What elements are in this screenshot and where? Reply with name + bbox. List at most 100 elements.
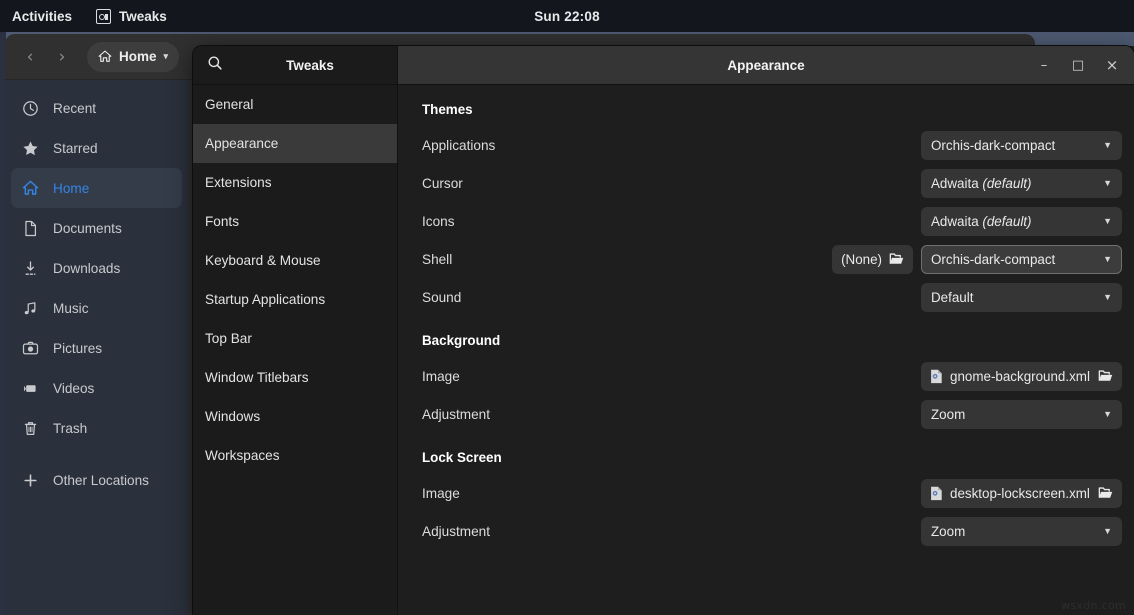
- download-icon: [22, 260, 39, 277]
- sidebar-item-documents[interactable]: Documents: [11, 208, 182, 248]
- setting-label: Adjustment: [422, 407, 921, 422]
- tweaks-sidebar: General Appearance Extensions Fonts Keyb…: [193, 85, 398, 615]
- dropdown-value-default: (default): [982, 214, 1031, 229]
- trash-icon: [22, 420, 39, 437]
- setting-row-lockscreen-image: Image desktop-lockscreen.xml: [422, 474, 1122, 512]
- tweaks-sidebar-label: Extensions: [205, 175, 272, 190]
- tab-fonts[interactable]: Fonts: [193, 202, 397, 241]
- clock-icon: [22, 100, 39, 117]
- video-icon: [22, 380, 39, 397]
- tab-keyboard-and-mouse[interactable]: Keyboard & Mouse: [193, 241, 397, 280]
- tab-general[interactable]: General: [193, 85, 397, 124]
- chevron-down-icon: ▾: [164, 51, 169, 62]
- background-adjustment-dropdown[interactable]: Zoom ▼: [921, 400, 1122, 429]
- sidebar-item-other-locations[interactable]: Other Locations: [11, 460, 182, 500]
- setting-label: Applications: [422, 138, 921, 153]
- chevron-down-icon: ▼: [1103, 216, 1112, 226]
- music-icon: [22, 300, 39, 317]
- background-image-file-button[interactable]: gnome-background.xml: [921, 362, 1122, 391]
- setting-label: Shell: [422, 252, 832, 267]
- maximize-button[interactable]: □: [1064, 51, 1092, 79]
- tweaks-sidebar-label: Workspaces: [205, 448, 280, 463]
- sidebar-item-downloads[interactable]: Downloads: [11, 248, 182, 288]
- tab-windows[interactable]: Windows: [193, 397, 397, 436]
- tab-startup-applications[interactable]: Startup Applications: [193, 280, 397, 319]
- sidebar-item-home[interactable]: Home: [11, 168, 182, 208]
- sidebar-item-label: Starred: [53, 141, 98, 156]
- watermark: wsxdn.com: [1061, 599, 1126, 612]
- icons-theme-dropdown[interactable]: Adwaita (default) ▼: [921, 207, 1122, 236]
- sidebar-item-trash[interactable]: Trash: [11, 408, 182, 448]
- xml-file-icon: [930, 486, 943, 501]
- forward-button[interactable]: ›: [47, 42, 77, 72]
- setting-row-applications: Applications Orchis-dark-compact ▼: [422, 126, 1122, 164]
- minimize-button[interactable]: –: [1030, 51, 1058, 79]
- tab-top-bar[interactable]: Top Bar: [193, 319, 397, 358]
- tweaks-sidebar-label: Startup Applications: [205, 292, 325, 307]
- setting-label: Icons: [422, 214, 921, 229]
- shell-theme-file-button[interactable]: (None): [832, 245, 913, 274]
- xml-file-icon: [930, 369, 943, 384]
- section-title-lock-screen: Lock Screen: [422, 450, 1122, 465]
- lockscreen-image-file-button[interactable]: desktop-lockscreen.xml: [921, 479, 1122, 508]
- setting-row-background-image: Image gnome-background.xml: [422, 357, 1122, 395]
- close-button[interactable]: ×: [1098, 51, 1126, 79]
- applications-theme-dropdown[interactable]: Orchis-dark-compact ▼: [921, 131, 1122, 160]
- file-button-label: (None): [841, 252, 882, 267]
- sidebar-item-label: Downloads: [53, 261, 120, 276]
- tweaks-sidebar-label: Keyboard & Mouse: [205, 253, 321, 268]
- shell-theme-dropdown[interactable]: Orchis-dark-compact ▼: [921, 245, 1122, 274]
- setting-control: gnome-background.xml: [921, 362, 1122, 391]
- sound-theme-dropdown[interactable]: Default ▼: [921, 283, 1122, 312]
- sidebar-item-videos[interactable]: Videos: [11, 368, 182, 408]
- cursor-theme-dropdown[interactable]: Adwaita (default) ▼: [921, 169, 1122, 198]
- appearance-settings-panel: Themes Applications Orchis-dark-compact …: [398, 85, 1134, 615]
- setting-row-background-adjustment: Adjustment Zoom ▼: [422, 395, 1122, 433]
- back-button[interactable]: ‹: [15, 42, 45, 72]
- star-icon: [22, 140, 39, 157]
- sidebar-item-label: Pictures: [53, 341, 102, 356]
- file-button-label: gnome-background.xml: [950, 369, 1091, 384]
- tweaks-body: General Appearance Extensions Fonts Keyb…: [193, 85, 1134, 615]
- setting-row-lockscreen-adjustment: Adjustment Zoom ▼: [422, 512, 1122, 550]
- setting-label: Image: [422, 486, 921, 501]
- sidebar-item-pictures[interactable]: Pictures: [11, 328, 182, 368]
- tweaks-headerbar: Tweaks Appearance – □ ×: [193, 46, 1134, 85]
- activities-button[interactable]: Activities: [0, 0, 84, 32]
- setting-control: (None) Orchis-dark-compact ▼: [832, 245, 1122, 274]
- activities-label: Activities: [12, 9, 72, 24]
- setting-label: Cursor: [422, 176, 921, 191]
- app-menu-button[interactable]: Tweaks: [84, 0, 179, 32]
- open-file-icon: [1098, 486, 1113, 500]
- sidebar-separator: [5, 448, 188, 460]
- tweaks-sidebar-label: Top Bar: [205, 331, 252, 346]
- tab-extensions[interactable]: Extensions: [193, 163, 397, 202]
- chevron-down-icon: ▼: [1103, 409, 1112, 419]
- gnome-top-bar: Activities Tweaks Sun 22:08: [0, 0, 1134, 32]
- setting-label: Image: [422, 369, 921, 384]
- tweaks-title-left: Tweaks: [227, 58, 393, 73]
- tweaks-sidebar-label: Windows: [205, 409, 260, 424]
- tab-workspaces[interactable]: Workspaces: [193, 436, 397, 475]
- sidebar-item-starred[interactable]: Starred: [11, 128, 182, 168]
- dropdown-value: Zoom: [931, 524, 965, 539]
- dropdown-value: Zoom: [931, 407, 965, 422]
- chevron-down-icon: ▼: [1103, 140, 1112, 150]
- camera-icon: [22, 340, 39, 357]
- tab-window-titlebars[interactable]: Window Titlebars: [193, 358, 397, 397]
- window-controls: – □ ×: [1030, 46, 1126, 84]
- path-bar-home-button[interactable]: Home ▾: [87, 42, 179, 72]
- setting-label: Adjustment: [422, 524, 921, 539]
- tab-appearance[interactable]: Appearance: [193, 124, 397, 163]
- setting-row-sound: Sound Default ▼: [422, 278, 1122, 316]
- sidebar-item-recent[interactable]: Recent: [11, 88, 182, 128]
- setting-control: Orchis-dark-compact ▼: [921, 131, 1122, 160]
- files-sidebar: Recent Starred Home Documents: [5, 80, 188, 615]
- lockscreen-adjustment-dropdown[interactable]: Zoom ▼: [921, 517, 1122, 546]
- sidebar-item-label: Trash: [53, 421, 87, 436]
- dropdown-value-default: (default): [982, 176, 1031, 191]
- open-file-icon: [1098, 369, 1113, 383]
- sidebar-item-label: Music: [53, 301, 89, 316]
- sidebar-item-music[interactable]: Music: [11, 288, 182, 328]
- dropdown-value: Adwaita: [931, 214, 982, 229]
